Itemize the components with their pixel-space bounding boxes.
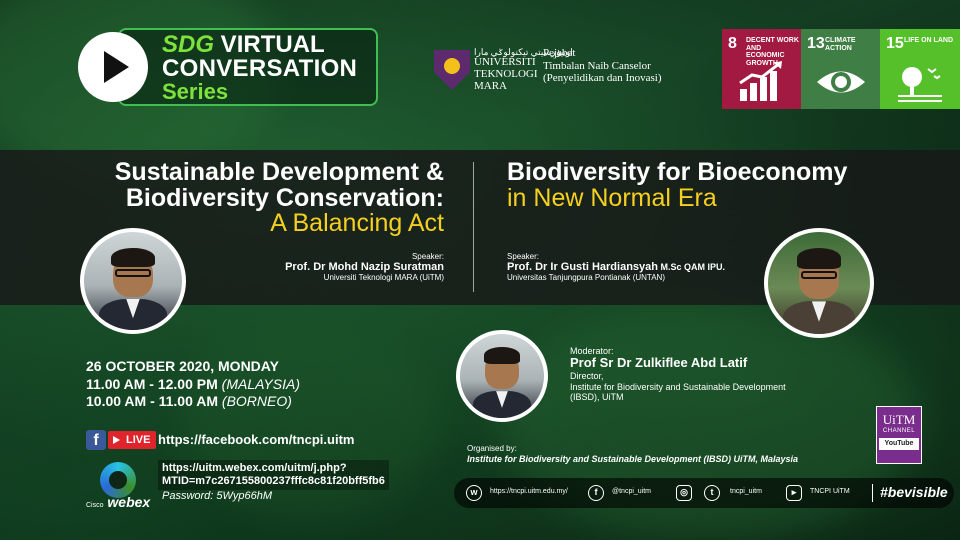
facebook-icon: f <box>86 430 106 450</box>
facebook-icon: f <box>588 485 604 501</box>
eye-globe-icon <box>817 71 865 93</box>
instagram-icon: ◎ <box>676 485 692 501</box>
organiser-info: Organised by: Institute for Biodiversity… <box>467 444 799 464</box>
facebook-link[interactable]: https://facebook.com/tncpi.uitm <box>158 432 354 447</box>
website-link[interactable]: https://tncpi.uitm.edu.my/ <box>490 488 568 495</box>
moderator-photo <box>456 330 548 422</box>
webex-password: Password: 5Wyp66hM <box>162 490 273 502</box>
instagram-twitter-handle[interactable]: tncpi_uitm <box>730 488 762 495</box>
talk-right-title: Biodiversity for Bioeconomy in New Norma… <box>507 158 848 212</box>
live-badge: LIVE <box>108 431 157 449</box>
twitter-icon: t <box>704 485 720 501</box>
event-schedule: 26 OCTOBER 2020, MONDAY 11.00 AM - 12.00… <box>86 358 300 409</box>
tree-birds-icon <box>898 67 942 102</box>
webex-link[interactable]: https://uitm.webex.com/uitm/j.php? MTID=… <box>158 460 389 491</box>
facebook-handle[interactable]: @tncpi_uitm <box>612 488 651 495</box>
speaker-left-info: Speaker: Prof. Dr Mohd Nazip Suratman Un… <box>285 252 444 282</box>
uitm-channel-badge: UiTM CHANNEL YouTube <box>876 406 922 464</box>
webex-logo-icon <box>100 462 136 498</box>
social-separator <box>872 484 873 502</box>
youtube-logo: YouTube <box>879 438 919 450</box>
speaker-right-info: Speaker: Prof. Dr Ir Gusti Hardiansyah M… <box>507 252 725 282</box>
hashtag: #bevisible <box>880 484 948 500</box>
sdg-goal-13-tile: 13 CLIMATE ACTION <box>801 29 881 109</box>
webex-wordmark: Cisco webex <box>86 494 151 510</box>
office-name: Pejabat Timbalan Naib Canselor (Penyelid… <box>543 47 662 85</box>
uitm-crest-icon <box>434 50 470 90</box>
moderator-info: Moderator: Prof Sr Dr Zulkiflee Abd Lati… <box>570 346 786 402</box>
talks-divider <box>473 162 474 292</box>
growth-chart-icon <box>739 61 782 101</box>
sdg-goal-8-tile: 8 DECENT WORK AND ECONOMIC GROWTH <box>722 29 802 109</box>
youtube-icon: ▸ <box>786 485 802 501</box>
web-icon: w <box>466 485 482 501</box>
speaker-right-photo <box>764 228 874 338</box>
play-icon <box>78 32 148 102</box>
series-logo: SDG VIRTUAL CONVERSATION Series <box>162 31 358 104</box>
sdg-goal-15-tile: 15 LIFE ON LAND <box>880 29 960 109</box>
talk-left-title: Sustainable Development & Biodiversity C… <box>114 158 444 237</box>
youtube-handle[interactable]: TNCPI UiTM <box>810 488 850 495</box>
speaker-left-photo <box>80 228 186 334</box>
